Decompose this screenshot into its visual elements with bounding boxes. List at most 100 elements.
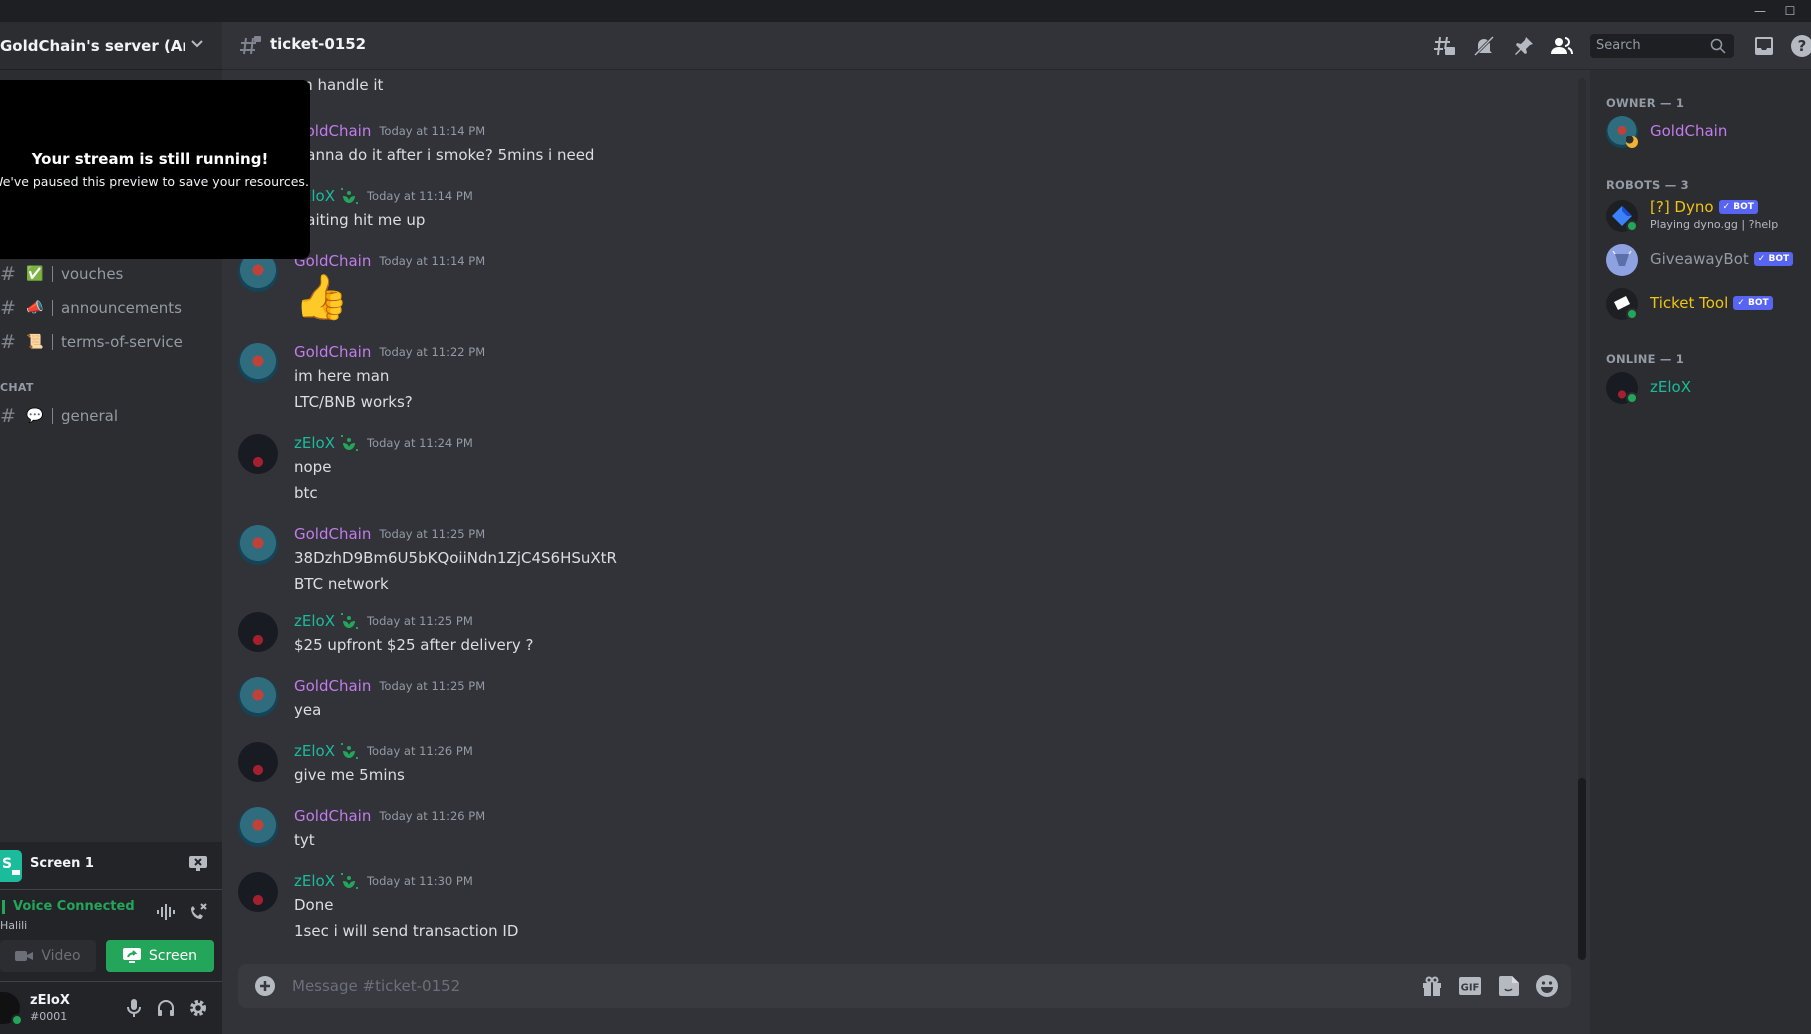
voice-room[interactable]: Halili	[0, 919, 27, 932]
emoji-icon[interactable]	[1535, 974, 1559, 998]
search-input[interactable]: Search	[1590, 34, 1734, 58]
voice-status[interactable]: Voice Connected	[2, 900, 135, 914]
server-header[interactable]: GoldChain's server (Ama...	[0, 22, 222, 70]
screen-share-icon	[122, 948, 141, 963]
video-button[interactable]: Video	[0, 940, 96, 972]
member-name-text: zEloX	[1650, 378, 1691, 396]
message-author[interactable]: zEloX	[294, 434, 335, 452]
voice-panel: Voice Connected Halili Video Screen	[0, 890, 222, 982]
message-timestamp: Today at 11:14 PM	[379, 124, 486, 138]
avatar[interactable]	[238, 807, 278, 847]
server-booster-badge-icon	[340, 435, 358, 451]
minimize-button[interactable]: —	[1745, 2, 1775, 20]
member-dyno[interactable]: [?] Dyno ✓ BOT Playing dyno.gg | ?help	[1598, 194, 1803, 238]
channel-terms-of-service[interactable]: # 📜 terms-of-service	[0, 326, 215, 358]
window-titlebar: — ☐	[0, 0, 1811, 22]
message-author[interactable]: GoldChain	[294, 807, 371, 825]
channel-vouches[interactable]: # ✅ vouches	[0, 258, 215, 290]
avatar[interactable]	[238, 612, 278, 652]
message-author[interactable]: GoldChain	[294, 525, 371, 543]
member-list-icon[interactable]	[1550, 34, 1574, 58]
member-ticket-tool[interactable]: Ticket Tool ✓ BOT	[1598, 282, 1803, 326]
member-name: Ticket Tool ✓ BOT	[1650, 294, 1773, 312]
pinned-messages-icon[interactable]	[1512, 34, 1536, 58]
message-header: GoldChain Today at 11:26 PM	[294, 807, 485, 825]
message-text: give me 5mins	[294, 766, 405, 784]
check-box-icon: ✅	[26, 266, 44, 282]
avatar[interactable]	[238, 343, 278, 383]
message-header: zEloX Today at 11:14 PM	[294, 187, 473, 205]
member-goldchain[interactable]: GoldChain	[1598, 110, 1803, 154]
sticker-icon[interactable]	[1497, 974, 1521, 998]
message-composer: GIF	[238, 964, 1571, 1008]
avatar[interactable]	[238, 742, 278, 782]
screen-share-button[interactable]: Screen	[106, 940, 214, 972]
user-panel: zEloX #0001	[0, 982, 222, 1034]
message-timestamp: Today at 11:25 PM	[379, 679, 486, 693]
member-zelox[interactable]: zEloX	[1598, 366, 1803, 410]
notifications-muted-icon[interactable]	[1472, 34, 1496, 58]
message-author[interactable]: GoldChain	[294, 343, 371, 361]
channel-name: general	[61, 407, 119, 425]
message-timestamp: Today at 11:30 PM	[366, 874, 473, 888]
avatar[interactable]	[238, 677, 278, 717]
noise-suppression-icon[interactable]	[155, 902, 177, 922]
avatar[interactable]	[238, 434, 278, 474]
server-booster-badge-icon	[340, 188, 358, 204]
message-author[interactable]: zEloX	[294, 742, 335, 760]
stream-thumbnail[interactable]: S	[0, 850, 22, 882]
gif-icon[interactable]: GIF	[1458, 974, 1482, 998]
disconnect-icon[interactable]	[187, 902, 209, 922]
member-giveawaybot[interactable]: GiveawayBot ✓ BOT	[1598, 238, 1803, 282]
maximize-button[interactable]: ☐	[1775, 2, 1805, 20]
avatar[interactable]	[238, 872, 278, 912]
message-header: GoldChain Today at 11:25 PM	[294, 525, 485, 543]
message-text: 1sec i will send transaction ID	[294, 922, 519, 940]
hash-icon: #	[0, 297, 16, 319]
headphones-icon[interactable]	[156, 998, 176, 1018]
message-timestamp: Today at 11:14 PM	[379, 254, 486, 268]
message-author[interactable]: zEloX	[294, 612, 335, 630]
stream-preview-overlay[interactable]: Your stream is still running! We've paus…	[0, 80, 310, 259]
message-input[interactable]	[292, 974, 1392, 998]
hash-icon: #	[0, 263, 16, 285]
avatar[interactable]	[238, 525, 278, 565]
settings-gear-icon[interactable]	[188, 998, 208, 1018]
message-timestamp: Today at 11:22 PM	[379, 345, 486, 359]
category-chat[interactable]: CHAT	[0, 381, 34, 394]
message-timestamp: Today at 11:26 PM	[379, 809, 486, 823]
message-author[interactable]: GoldChain	[294, 677, 371, 695]
stream-label: Screen 1	[30, 856, 94, 871]
separator	[52, 300, 53, 316]
separator	[52, 266, 53, 282]
video-camera-icon	[15, 951, 34, 961]
online-status-icon	[1626, 220, 1638, 232]
member-name: [?] Dyno ✓ BOT	[1650, 198, 1758, 216]
add-attachment-icon[interactable]	[254, 975, 276, 997]
search-placeholder: Search	[1596, 38, 1641, 53]
member-name: GoldChain	[1650, 122, 1727, 140]
inbox-icon[interactable]	[1752, 34, 1776, 58]
server-booster-badge-icon	[340, 873, 358, 889]
gift-icon[interactable]	[1420, 974, 1444, 998]
member-name-text: GoldChain	[1650, 122, 1728, 140]
user-tag: #0001	[30, 1010, 68, 1023]
message-timestamp: Today at 11:25 PM	[366, 614, 473, 628]
scrollbar-thumb[interactable]	[1578, 778, 1586, 960]
microphone-icon[interactable]	[124, 998, 144, 1018]
video-label: Video	[41, 948, 81, 964]
message-author[interactable]: zEloX	[294, 872, 335, 890]
stop-stream-icon[interactable]	[188, 855, 208, 873]
search-icon	[1710, 38, 1726, 54]
threads-icon[interactable]	[1432, 34, 1456, 58]
scroll-icon: 📜	[26, 334, 44, 350]
message-list[interactable]: an handle it GoldChain Today at 11:14 PM wa…	[222, 70, 1578, 958]
message-text: Done	[294, 896, 334, 914]
owner-section-header: OWNER — 1	[1606, 96, 1685, 110]
channel-announcements[interactable]: # 📣 announcements	[0, 292, 215, 324]
help-icon[interactable]: ?	[1790, 34, 1811, 58]
giveaway-logo-icon	[1612, 250, 1632, 266]
member-name-text: [?] Dyno	[1650, 198, 1714, 216]
message-header: GoldChain Today at 11:22 PM	[294, 343, 485, 361]
channel-general[interactable]: # 💬 general	[0, 400, 215, 432]
